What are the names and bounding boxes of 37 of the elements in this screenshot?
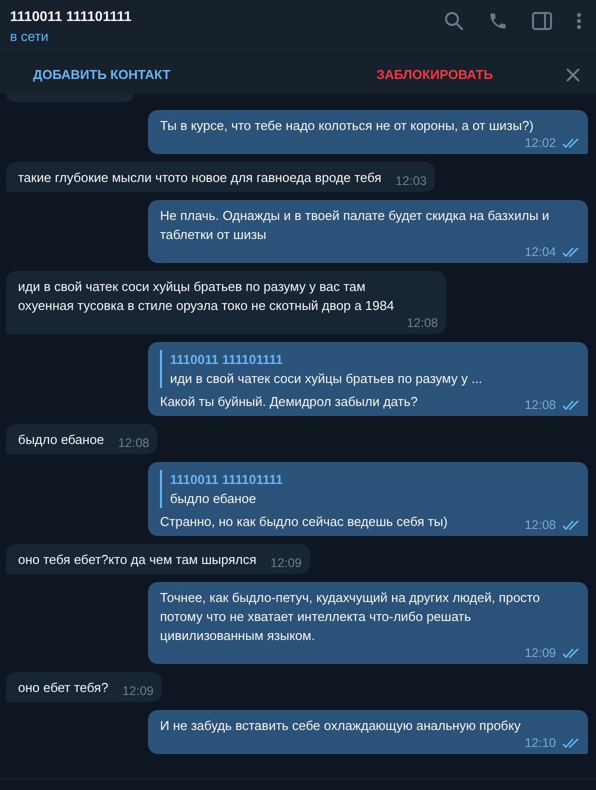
message-time: 12:04	[524, 244, 556, 260]
message-text: оно ебет тебя?	[18, 679, 108, 697]
message-text: Странно, но как быдло сейчас ведешь себя ты)	[160, 513, 448, 531]
chat-title: 1110011 111101111	[10, 7, 132, 26]
block-button[interactable]: ЗАБЛОКИРОВАТЬ	[370, 64, 499, 86]
message-time: 12:08	[524, 517, 556, 533]
reply-quote[interactable]: 1110011 111101111 быдло ебаное	[160, 470, 576, 508]
add-contact-button[interactable]: ДОБАВИТЬ КОНТАКТ	[27, 64, 176, 86]
quote-text: быдло ебаное	[170, 490, 258, 508]
message-time: 12:09	[524, 645, 556, 661]
message-text: Какой ты буйный. Демидрол забыли дать?	[160, 393, 418, 411]
message-time: 12:09	[270, 555, 302, 571]
close-icon[interactable]	[566, 68, 580, 82]
message-time: 12:10	[524, 735, 556, 751]
phone-icon[interactable]	[488, 11, 508, 31]
reply-quote[interactable]: 1110011 111101111 иди в свой чатек соси хуйцы братьев по разуму у ...	[160, 350, 576, 388]
message-text: оно тебя ебет?кто да чем там шырялся	[18, 551, 256, 569]
message-time: 12:09	[122, 683, 154, 699]
message-time: 12:02	[524, 135, 556, 151]
message-text: И не забудь вставить себе охлаждающую анальную пробку	[160, 717, 521, 735]
quote-text: иди в свой чатек соси хуйцы братьев по разуму у ...	[170, 370, 484, 388]
quote-author: 1110011 111101111	[170, 351, 284, 369]
message-text: Не плачь. Однажды и в твоей палате будет скидка на базхилы и таблетки от шизы	[160, 207, 550, 244]
search-icon[interactable]	[444, 11, 464, 31]
message-time: 12:08	[118, 435, 150, 451]
message-time: 12:03	[395, 173, 427, 189]
message-time: 12:08	[524, 397, 556, 413]
message-text: Ты в курсе, что тебе надо колоться не от короны, а от шизы?)	[160, 117, 534, 135]
more-menu-icon[interactable]	[576, 12, 582, 30]
quote-author: 1110011 111101111	[170, 471, 284, 489]
online-status: в сети	[10, 28, 50, 46]
message-text: такие глубокие мысли чтото новое для гавноеда вроде тебя	[18, 169, 382, 187]
message-text: Точнее, как быдло-петуч, кудахчущий на других людей, просто потому что не хватает интеллекта что-либо решать цивилизованным языком.	[160, 589, 540, 645]
message-text: быдло ебаное	[18, 431, 104, 449]
sidebar-icon[interactable]	[532, 12, 552, 30]
message-time: 12:08	[406, 315, 438, 331]
message-text: иди в свой чатек соси хуйцы братьев по разуму у вас там охуенная тусовка в стиле оруэла токо не скотный двор а 1984	[18, 278, 394, 315]
